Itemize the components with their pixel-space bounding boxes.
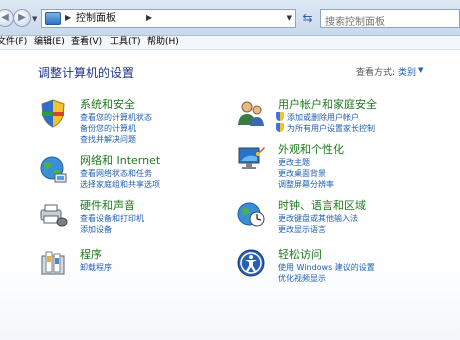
control-panel-window: ◀ ▶ ▼ ▶ 控制面板 ▶ ▼ ⇆ 文件(F) 编辑(E) 查看(V) 工具(… <box>0 0 460 340</box>
link-homegroup-sharing[interactable]: 选择家庭组和共享选项 <box>80 179 160 190</box>
category-title[interactable]: 时钟、语言和区域 <box>278 199 366 212</box>
menu-file[interactable]: 文件(F) <box>0 36 27 49</box>
system-security-icon[interactable] <box>38 98 68 128</box>
recent-pages-dropdown-icon[interactable]: ▼ <box>32 15 37 23</box>
uac-shield-icon <box>276 112 284 121</box>
link-view-computer-status[interactable]: 查看您的计算机状态 <box>80 112 152 123</box>
menu-edit[interactable]: 编辑(E) <box>34 36 65 49</box>
category-hardware-sound: 硬件和声音 查看设备和打印机 添加设备 <box>38 199 238 239</box>
category-title[interactable]: 程序 <box>80 248 102 261</box>
link-change-theme[interactable]: 更改主题 <box>278 157 310 168</box>
link-recommended-settings[interactable]: 使用 Windows 建议的设置 <box>278 262 375 273</box>
category-clock-language: 时钟、语言和区域 更改键盘或其他输入法 更改显示语言 <box>236 199 436 239</box>
clock-language-icon[interactable] <box>236 199 266 229</box>
forward-button[interactable]: ▶ <box>13 9 31 27</box>
link-devices-printers[interactable]: 查看设备和打印机 <box>80 213 144 224</box>
uac-shield-icon <box>276 123 284 132</box>
search-box[interactable] <box>320 9 460 31</box>
address-field[interactable]: ▶ 控制面板 ▶ ▼ <box>41 9 296 28</box>
view-by-label: 查看方式: <box>356 68 396 78</box>
category-title[interactable]: 用户帐户和家庭安全 <box>278 98 377 111</box>
link-parental-controls[interactable]: 为所有用户设置家长控制 <box>276 123 375 134</box>
menu-tools[interactable]: 工具(T) <box>110 36 141 49</box>
category-user-accounts: 用户帐户和家庭安全 添加或删除用户帐户 为所有用户设置家长控制 <box>236 98 436 138</box>
link-troubleshoot[interactable]: 查找并解决问题 <box>80 134 136 145</box>
programs-icon[interactable] <box>38 248 68 278</box>
category-title[interactable]: 轻松访问 <box>278 248 322 261</box>
link-optimize-visual-display[interactable]: 优化视频显示 <box>278 273 326 284</box>
network-icon[interactable] <box>38 154 68 184</box>
link-change-background[interactable]: 更改桌面背景 <box>278 168 326 179</box>
menu-help[interactable]: 帮助(H) <box>147 36 179 49</box>
link-change-display-language[interactable]: 更改显示语言 <box>278 224 326 235</box>
breadcrumb-arrow-icon[interactable]: ▶ <box>146 13 152 22</box>
users-icon[interactable] <box>236 98 266 128</box>
search-input[interactable] <box>321 14 459 31</box>
menu-view[interactable]: 查看(V) <box>71 36 102 49</box>
link-screen-resolution[interactable]: 调整屏幕分辨率 <box>278 179 334 190</box>
category-title[interactable]: 硬件和声音 <box>80 199 135 212</box>
category-title[interactable]: 外观和个性化 <box>278 143 344 156</box>
control-panel-icon <box>45 12 61 25</box>
refresh-icon[interactable]: ⇆ <box>299 10 316 27</box>
appearance-icon[interactable] <box>236 143 266 173</box>
content-area: 调整计算机的设置 查看方式: 类别 ▼ 系统和安全 查看您的计算机状态 备份您的… <box>0 51 460 340</box>
menu-bar: 文件(F) 编辑(E) 查看(V) 工具(T) 帮助(H) <box>0 36 460 50</box>
category-system-security: 系统和安全 查看您的计算机状态 备份您的计算机 查找并解决问题 <box>38 98 238 144</box>
page-title: 调整计算机的设置 <box>38 66 135 80</box>
link-add-device[interactable]: 添加设备 <box>80 224 112 235</box>
address-dropdown-icon[interactable]: ▼ <box>287 14 292 22</box>
link-network-status[interactable]: 查看网络状态和任务 <box>80 168 152 179</box>
link-text[interactable]: 为所有用户设置家长控制 <box>287 124 375 133</box>
breadcrumb-arrow-icon[interactable]: ▶ <box>65 13 71 22</box>
breadcrumb-control-panel[interactable]: 控制面板 <box>76 12 116 26</box>
ease-of-access-icon[interactable] <box>236 248 266 278</box>
link-change-input-methods[interactable]: 更改键盘或其他输入法 <box>278 213 358 224</box>
view-by-dropdown[interactable]: 类别 <box>398 65 416 78</box>
hardware-sound-icon[interactable] <box>38 199 68 229</box>
link-backup-computer[interactable]: 备份您的计算机 <box>80 123 136 134</box>
category-appearance: 外观和个性化 更改主题 更改桌面背景 调整屏幕分辨率 <box>236 143 436 189</box>
link-uninstall-program[interactable]: 卸载程序 <box>80 262 112 273</box>
category-title[interactable]: 网络和 Internet <box>80 154 160 167</box>
category-ease-of-access: 轻松访问 使用 Windows 建议的设置 优化视频显示 <box>236 248 436 288</box>
link-text[interactable]: 添加或删除用户帐户 <box>287 113 359 122</box>
back-button[interactable]: ◀ <box>0 9 14 27</box>
chevron-down-icon[interactable]: ▼ <box>418 66 423 74</box>
category-title[interactable]: 系统和安全 <box>80 98 135 111</box>
address-toolbar: ◀ ▶ ▼ ▶ 控制面板 ▶ ▼ ⇆ <box>0 0 460 36</box>
category-network: 网络和 Internet 查看网络状态和任务 选择家庭组和共享选项 <box>38 154 238 194</box>
link-add-remove-accounts[interactable]: 添加或删除用户帐户 <box>276 112 359 123</box>
category-programs: 程序 卸载程序 <box>38 248 238 288</box>
